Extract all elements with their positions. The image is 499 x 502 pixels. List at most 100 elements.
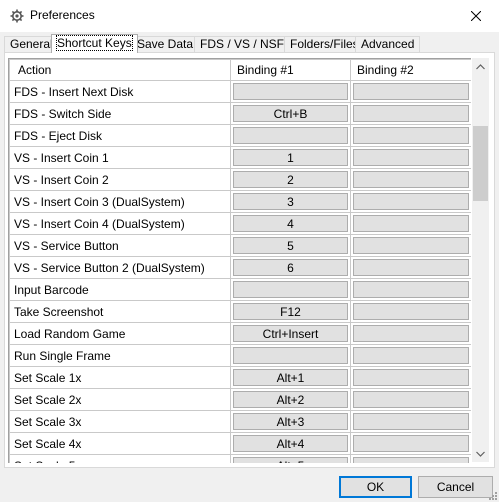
binding-cell — [350, 190, 471, 213]
action-label: Set Scale 2x — [9, 388, 231, 411]
table-row: VS - Insert Coin 3 (DualSystem) 3 — [9, 190, 471, 213]
column-header-binding-2[interactable]: Binding #2 — [350, 59, 471, 81]
binding-cell: 1 — [230, 146, 351, 169]
cancel-button[interactable]: Cancel — [418, 476, 493, 498]
binding-1-button[interactable]: Alt+4 — [233, 435, 348, 452]
binding-2-button[interactable] — [353, 237, 469, 254]
binding-2-button[interactable] — [353, 149, 469, 166]
binding-1-button[interactable]: Alt+2 — [233, 391, 348, 408]
binding-1-button[interactable]: F12 — [233, 303, 348, 320]
shortcut-grid: Action Binding #1 Binding #2 FDS - Inser… — [8, 58, 471, 463]
binding-2-button[interactable] — [353, 215, 469, 232]
table-row: Load Random Game Ctrl+Insert — [9, 322, 471, 345]
action-label: Take Screenshot — [9, 300, 231, 323]
binding-1-button[interactable]: Alt+1 — [233, 369, 348, 386]
tab-folders-files[interactable]: Folders/Files — [284, 36, 365, 52]
binding-1-button[interactable]: Ctrl+Insert — [233, 325, 348, 342]
table-row: Set Scale 5xAlt+5 — [9, 454, 471, 463]
binding-1-button[interactable]: Alt+5 — [233, 457, 348, 463]
action-label: Set Scale 4x — [9, 432, 231, 455]
binding-1-button[interactable]: Alt+3 — [233, 413, 348, 430]
gear-icon — [10, 9, 24, 23]
binding-2-button[interactable] — [353, 413, 469, 430]
action-label: Input Barcode — [9, 278, 231, 301]
action-label: VS - Insert Coin 4 (DualSystem) — [9, 212, 231, 235]
binding-cell — [350, 454, 471, 463]
table-row: FDS - Insert Next Disk — [9, 80, 471, 103]
binding-cell — [350, 366, 471, 389]
binding-2-button[interactable] — [353, 325, 469, 342]
close-button[interactable] — [453, 0, 499, 32]
binding-2-button[interactable] — [353, 347, 469, 364]
binding-cell: Alt+3 — [230, 410, 351, 433]
ok-button[interactable]: OK — [339, 476, 412, 498]
binding-cell: Alt+4 — [230, 432, 351, 455]
binding-cell — [350, 80, 471, 103]
action-label: VS - Service Button — [9, 234, 231, 257]
binding-2-button[interactable] — [353, 259, 469, 276]
arrow-down-icon — [476, 451, 485, 457]
binding-cell: 5 — [230, 234, 351, 257]
table-row: FDS - Eject Disk — [9, 124, 471, 147]
binding-1-button[interactable]: 6 — [233, 259, 348, 276]
binding-2-button[interactable] — [353, 105, 469, 122]
table-row: Take Screenshot F12 — [9, 300, 471, 323]
action-label: Set Scale 1x — [9, 366, 231, 389]
binding-1-button[interactable]: 2 — [233, 171, 348, 188]
column-header-action[interactable]: Action — [9, 59, 231, 81]
binding-2-button[interactable] — [353, 281, 469, 298]
binding-1-button[interactable] — [233, 347, 348, 364]
binding-1-button[interactable]: 4 — [233, 215, 348, 232]
binding-cell: 4 — [230, 212, 351, 235]
table-row: Set Scale 2x Alt+2 — [9, 388, 471, 411]
tab-save-data[interactable]: Save Data — [131, 36, 200, 52]
binding-cell — [230, 124, 351, 147]
action-label: Run Single Frame — [9, 344, 231, 367]
tab-strip: General Shortcut Keys Save Data FDS / VS… — [4, 34, 495, 53]
tab-shortcut-keys[interactable]: Shortcut Keys — [51, 34, 138, 53]
table-row: VS - Service Button 2 (DualSystem) 6 — [9, 256, 471, 279]
arrow-up-icon — [476, 63, 485, 69]
table-row: Set Scale 1x Alt+1 — [9, 366, 471, 389]
resize-grip-icon[interactable] — [487, 490, 497, 500]
binding-2-button[interactable] — [353, 435, 469, 452]
table-row: VS - Service Button 5 — [9, 234, 471, 257]
binding-cell — [230, 344, 351, 367]
binding-2-button[interactable] — [353, 303, 469, 320]
binding-2-button[interactable] — [353, 83, 469, 100]
binding-cell — [350, 388, 471, 411]
binding-2-button[interactable] — [353, 369, 469, 386]
binding-cell — [350, 234, 471, 257]
binding-cell — [350, 344, 471, 367]
table-row: VS - Insert Coin 11 — [9, 146, 471, 169]
action-label: Set Scale 3x — [9, 410, 231, 433]
binding-1-button[interactable] — [233, 83, 348, 100]
binding-cell: Alt+5 — [230, 454, 351, 463]
scroll-thumb[interactable] — [473, 126, 488, 201]
action-label: VS - Insert Coin 1 — [9, 146, 231, 169]
binding-cell: F12 — [230, 300, 351, 323]
binding-1-button[interactable]: 3 — [233, 193, 348, 210]
binding-cell — [350, 278, 471, 301]
binding-cell: Alt+2 — [230, 388, 351, 411]
binding-1-button[interactable] — [233, 127, 348, 144]
binding-1-button[interactable]: 1 — [233, 149, 348, 166]
tab-advanced[interactable]: Advanced — [355, 36, 421, 52]
table-row: VS - Insert Coin 22 — [9, 168, 471, 191]
binding-1-button[interactable] — [233, 281, 348, 298]
binding-cell — [230, 278, 351, 301]
binding-2-button[interactable] — [353, 193, 469, 210]
binding-2-button[interactable] — [353, 457, 469, 463]
binding-1-button[interactable]: 5 — [233, 237, 348, 254]
binding-2-button[interactable] — [353, 391, 469, 408]
binding-1-button[interactable]: Ctrl+B — [233, 105, 348, 122]
action-label: VS - Insert Coin 3 (DualSystem) — [9, 190, 231, 213]
column-header-binding-1[interactable]: Binding #1 — [230, 59, 351, 81]
binding-2-button[interactable] — [353, 127, 469, 144]
scroll-down-button[interactable] — [472, 445, 489, 462]
binding-cell: Ctrl+Insert — [230, 322, 351, 345]
vertical-scrollbar[interactable] — [472, 58, 489, 462]
binding-2-button[interactable] — [353, 171, 469, 188]
scroll-up-button[interactable] — [472, 58, 489, 75]
tab-fds-vs-nsf[interactable]: FDS / VS / NSF — [194, 36, 291, 52]
